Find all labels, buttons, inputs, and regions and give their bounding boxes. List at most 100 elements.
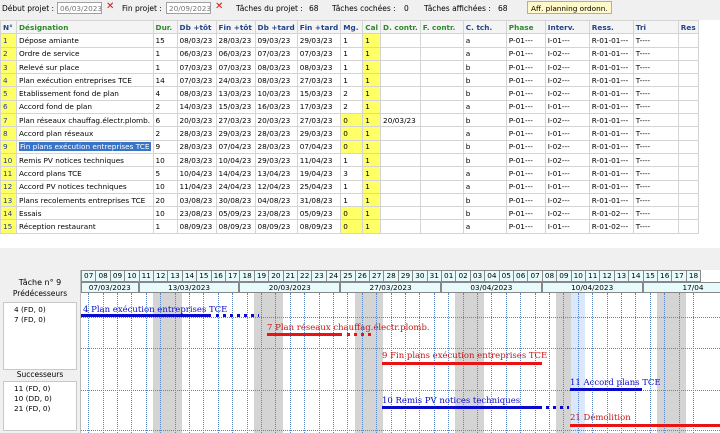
table-cell[interactable]: 11/04/23 (176, 179, 217, 194)
table-cell[interactable]: 1 (340, 152, 364, 168)
table-cell[interactable]: b (462, 59, 507, 75)
table-cell[interactable]: 27/03/23 (215, 113, 256, 128)
table-cell[interactable]: Fin plans exécution entreprises TCE (16, 139, 154, 154)
table-cell[interactable]: T---- (632, 86, 679, 101)
table-cell[interactable]: b (462, 73, 507, 88)
table-cell[interactable] (419, 46, 464, 61)
table-cell[interactable] (677, 46, 699, 61)
table-cell[interactable]: 1 (340, 73, 364, 88)
table-cell[interactable] (419, 219, 464, 234)
table-cell[interactable]: R-01-01--- (588, 126, 634, 141)
table-cell[interactable]: Ordre de service (16, 46, 154, 61)
column-header[interactable]: Db +tôt (176, 20, 217, 35)
table-cell[interactable]: 1 (340, 59, 364, 75)
table-cell[interactable]: a (462, 126, 507, 141)
table-cell[interactable]: 08/03/23 (176, 86, 217, 101)
table-cell[interactable]: b (462, 152, 507, 168)
table-cell[interactable]: Accord fond de plan (16, 99, 154, 115)
table-cell[interactable]: R-01-01--- (588, 59, 634, 75)
table-cell[interactable]: 25/04/23 (296, 179, 342, 194)
table-row[interactable]: 14 Essais 10 23/08/23 05/09/23 23/08/23 05/09/… (0, 206, 699, 221)
list-item[interactable]: 7 (FD, 0) (4, 315, 76, 325)
table-cell[interactable]: 1 (362, 73, 382, 88)
table-cell[interactable]: 5 (152, 166, 178, 181)
column-header[interactable]: Phase (505, 20, 546, 35)
table-cell[interactable]: Plan réseaux chauffag.électr.plomb. (16, 113, 154, 128)
table-cell[interactable] (419, 126, 464, 141)
table-row[interactable]: 5 Etablissement fond de plan 4 08/03/23 13/0… (0, 86, 699, 101)
table-cell[interactable]: P-01--- (505, 86, 546, 101)
table-row[interactable]: 1 Dépose amiante 15 08/03/23 28/03/23 09/03/2… (0, 33, 699, 48)
table-cell[interactable]: 08/09/23 (254, 219, 298, 234)
table-cell[interactable]: 1 (0, 33, 17, 48)
column-header[interactable]: F. contr. (419, 20, 464, 35)
table-cell[interactable]: P-01--- (505, 73, 546, 88)
table-cell[interactable]: 6 (0, 99, 17, 115)
table-cell[interactable]: P-01--- (505, 152, 546, 168)
table-cell[interactable]: Réception restaurant (16, 219, 154, 234)
list-item[interactable]: 21 (FD, 0) (4, 404, 76, 414)
column-header[interactable]: Désignation (16, 20, 154, 35)
table-cell[interactable] (419, 99, 464, 115)
table-cell[interactable]: 07/03/23 (176, 73, 217, 88)
table-cell[interactable] (677, 206, 699, 221)
table-cell[interactable]: 07/03/23 (176, 59, 217, 75)
table-cell[interactable]: a (462, 179, 507, 194)
column-header[interactable]: Tri (632, 20, 679, 35)
table-cell[interactable]: P-01--- (505, 206, 546, 221)
table-cell[interactable]: I-02--- (544, 113, 590, 128)
table-cell[interactable]: T---- (632, 99, 679, 115)
table-cell[interactable] (419, 59, 464, 75)
table-cell[interactable]: T---- (632, 33, 679, 48)
table-cell[interactable]: T---- (632, 139, 679, 154)
table-cell[interactable]: P-01--- (505, 46, 546, 61)
table-cell[interactable]: P-01--- (505, 126, 546, 141)
table-cell[interactable] (380, 139, 421, 154)
table-cell[interactable]: 09/03/23 (254, 33, 298, 48)
table-cell[interactable]: 05/09/23 (296, 206, 342, 221)
table-cell[interactable]: P-01--- (505, 33, 546, 48)
column-header[interactable]: Interv. (544, 20, 590, 35)
column-header[interactable]: Db +tard (254, 20, 298, 35)
table-cell[interactable]: 08/03/23 (296, 59, 342, 75)
table-cell[interactable]: 14 (152, 73, 178, 88)
table-cell[interactable]: R-01-01--- (588, 192, 634, 208)
table-cell[interactable]: I-02--- (544, 206, 590, 221)
table-cell[interactable]: 1 (362, 139, 382, 154)
table-cell[interactable]: I-02--- (544, 192, 590, 208)
table-cell[interactable]: P-01--- (505, 219, 546, 234)
table-cell[interactable]: R-01-01--- (588, 179, 634, 194)
table-row[interactable]: 3 Relevé sur place 1 07/03/23 07/03/23 08/03/… (0, 59, 699, 75)
table-cell[interactable]: 2 (340, 99, 364, 115)
gantt-task-bar[interactable] (382, 362, 542, 365)
table-cell[interactable] (419, 179, 464, 194)
table-cell[interactable]: P-01--- (505, 113, 546, 128)
clear-start-date-icon[interactable]: ✕ (106, 1, 114, 13)
table-cell[interactable] (380, 59, 421, 75)
table-cell[interactable] (677, 192, 699, 208)
table-cell[interactable]: 11/04/23 (296, 152, 342, 168)
table-cell[interactable]: 08/03/23 (176, 33, 217, 48)
table-cell[interactable]: 10/03/23 (254, 86, 298, 101)
table-cell[interactable] (677, 59, 699, 75)
table-cell[interactable]: 4 (152, 86, 178, 101)
table-cell[interactable]: 2 (152, 126, 178, 141)
table-cell[interactable]: P-01--- (505, 179, 546, 194)
table-cell[interactable]: 13/04/23 (254, 166, 298, 181)
start-date-field[interactable]: 06/03/2023 (57, 2, 102, 14)
table-cell[interactable]: P-01--- (505, 192, 546, 208)
column-header[interactable]: Fin +tôt (215, 20, 256, 35)
table-cell[interactable] (677, 152, 699, 168)
table-cell[interactable]: T---- (632, 73, 679, 88)
table-cell[interactable]: P-01--- (505, 139, 546, 154)
table-cell[interactable]: 20/03/23 (176, 113, 217, 128)
table-cell[interactable]: 15 (0, 219, 17, 234)
table-cell[interactable]: 23/08/23 (254, 206, 298, 221)
table-cell[interactable]: 07/04/23 (215, 139, 256, 154)
table-cell[interactable] (419, 139, 464, 154)
table-cell[interactable] (419, 86, 464, 101)
table-cell[interactable]: 28/03/23 (176, 139, 217, 154)
table-row[interactable]: 2 Ordre de service 1 06/03/23 06/03/23 07/03/… (0, 46, 699, 61)
table-cell[interactable] (380, 46, 421, 61)
successors-list[interactable]: 11 (FD, 0) 10 (DD, 0) 21 (FD, 0) (3, 381, 77, 431)
